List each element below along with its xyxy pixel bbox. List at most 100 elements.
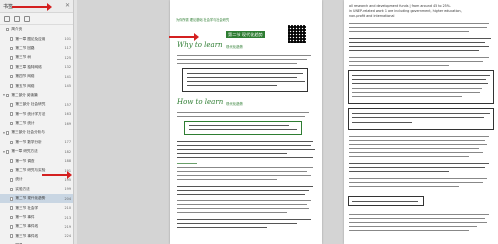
bookmark-label: 第三节 树 [15,55,31,60]
bookmark-icon [10,215,14,220]
bookmark-page-number: 163 [64,112,71,117]
right-line-2: in UNEP-related work 1 are including gov… [349,9,462,13]
bookmark-label: 第三节 事件线 [15,233,39,238]
sidebar-toolbar [0,13,73,25]
bookmark-item[interactable]: 第一节 数学分析 177 [0,138,73,147]
bookmark-page-number: 213 [64,215,71,220]
qr-code [288,25,306,43]
bookmark-icon [10,103,14,107]
bookmark-add-icon[interactable] [24,15,30,22]
bookmark-icon [10,37,14,41]
bookmark-label: 第三部分 社会研究 [15,102,46,107]
bookmark-icon [10,225,14,229]
bookmark-item[interactable]: 第二节 现代化趋势 204 [0,194,73,204]
pdf-reader-window: 书签 ✕ 简介页 第一章 图论及应用 101 第二节 回路 117 第三节 树 125 第三章… [0,0,498,244]
bookmark-item[interactable]: 第三章 独特网络 132 [0,63,73,72]
bookmark-item[interactable]: 第三部分 社会研究 157 [0,100,73,109]
bookmark-page-number: 141 [64,74,71,79]
bookmark-item[interactable]: 第二节 回路 117 [0,44,73,53]
bookmark-icon [10,74,14,79]
bookmark-label: 第二节 研究与实验 [15,168,46,173]
bookmark-item[interactable]: 第二节 事件线 219 [0,222,73,231]
bookmark-icon [10,112,14,116]
bookmark-label: 第一节 统计学方法 [15,111,46,116]
annotation-arrow-selected [42,171,72,179]
bookmark-sidebar: 书签 ✕ 简介页 第一章 图论及应用 101 第二节 回路 117 第三节 树 125 第三章… [0,0,74,244]
why-subtitle: 现代化趋势 [226,45,243,49]
bookmark-page-number: 101 [64,37,71,42]
bookmark-label: 第五节 网络 [15,83,35,88]
bookmark-item[interactable]: 第一节 统计学方法 163 [0,110,73,119]
right-line-1: all research and development funds | fro… [349,4,451,8]
close-icon[interactable]: ✕ [65,3,70,9]
bookmark-page-number: 188 [64,159,71,164]
bookmark-item[interactable]: ▾ 第二部分 阅读篇 [0,91,73,100]
bookmark-label: 第三部分 社会分析与 [11,130,45,135]
bookmark-page-number: 199 [64,187,71,192]
bookmark-label: 第二部分 阅读篇 [11,92,38,97]
page-right: all research and development funds | fro… [344,0,498,244]
bookmark-icon [6,131,10,135]
bookmark-list: 简介页第一章 图论及应用 101 第二节 回路 117 第三节 树 125 第三章 独特网络… [0,25,73,244]
how-subtitle: 现代化趋势 [226,102,243,106]
bookmark-label: 实验方法 [15,186,30,191]
bookmark-icon [6,93,10,98]
document-viewport[interactable]: 为你所需 理论基础 社会学与社会研究 第二节 现代化趋势 Why to lear… [77,0,498,244]
bookmark-page-number: 117 [64,46,71,51]
bookmark-item[interactable]: 第四节 网络 141 [0,72,73,81]
bookmark-icon [10,159,14,163]
bookmark-icon [10,65,14,70]
bookmark-item[interactable]: 统计 195 [0,175,73,184]
expand-all-icon[interactable] [4,15,10,22]
bookmark-item[interactable]: 第三节 社会学 210 [0,203,73,212]
bookmark-icon [10,196,14,201]
page-header: 为你所需 理论基础 社会学与社会研究 [176,18,230,22]
bookmark-icon [10,140,14,145]
bookmark-page-number: 210 [64,206,71,211]
bookmark-icon [10,168,14,173]
bookmark-label: 第三节 社会学 [15,205,39,210]
bookmark-icon [10,121,14,126]
annotation-arrow-sidebar-title [12,3,52,11]
right-line-3: non-profit and international [349,14,395,18]
bookmark-page-number: 219 [64,224,71,229]
bookmark-label: 第四节 网络 [15,74,35,79]
bookmark-page-number: 132 [64,65,71,70]
bookmark-icon [10,46,14,51]
how-heading: How to learn [177,98,224,106]
bookmark-item[interactable]: 第二节 统计 169 [0,119,73,128]
bookmark-page-number: 182 [64,149,71,154]
bookmark-item[interactable]: 第三节 树 125 [0,53,73,62]
bookmark-page-number: 145 [64,84,71,89]
bookmark-label: 第一章 图论及应用 [15,36,46,41]
bookmark-page-number: 169 [64,121,71,126]
bookmark-item[interactable]: ▾ 第三部分 社会分析与 [0,128,73,137]
vocab-box [184,121,302,135]
bookmark-label: 第一章 研究方法 [11,149,38,154]
bookmark-label: 第三章 独特网络 [15,64,42,69]
bookmark-page-number: 125 [64,55,71,60]
bookmark-item[interactable]: 第三节 事件线 224 [0,232,73,241]
annotation-arrow-1 [169,33,199,41]
bookmark-item[interactable]: 第五节 网络 145 [0,81,73,90]
bookmark-icon [6,149,10,154]
bookmark-page-number: 224 [64,234,71,239]
bookmark-label: 简介页 [11,27,23,32]
bookmark-label: 第二节 现代化趋势 [15,196,46,201]
chapter-tag: 第二节 现代化趋势 [226,31,265,38]
collapse-all-icon[interactable] [14,15,20,22]
answer-box [348,196,424,206]
bookmark-item[interactable]: ▾ 第一章 研究方法 182 [0,147,73,156]
bookmark-item[interactable]: 第一章 图论及应用 101 [0,34,73,43]
quote-box-1 [348,70,494,104]
bookmark-label: 第一节 调查 [15,158,35,163]
bookmark-item[interactable]: 第一节 事件 213 [0,213,73,222]
bookmark-page-number: 204 [64,196,71,201]
bookmark-item[interactable]: 第一节 调查 188 [0,156,73,165]
bookmark-page-number: 177 [64,140,71,145]
bookmark-icon [10,84,14,88]
summary-box [182,68,308,92]
bookmark-icon [10,206,14,210]
bookmark-item[interactable]: 实验方法 199 [0,185,73,194]
bookmark-item[interactable]: 简介页 [0,25,73,34]
